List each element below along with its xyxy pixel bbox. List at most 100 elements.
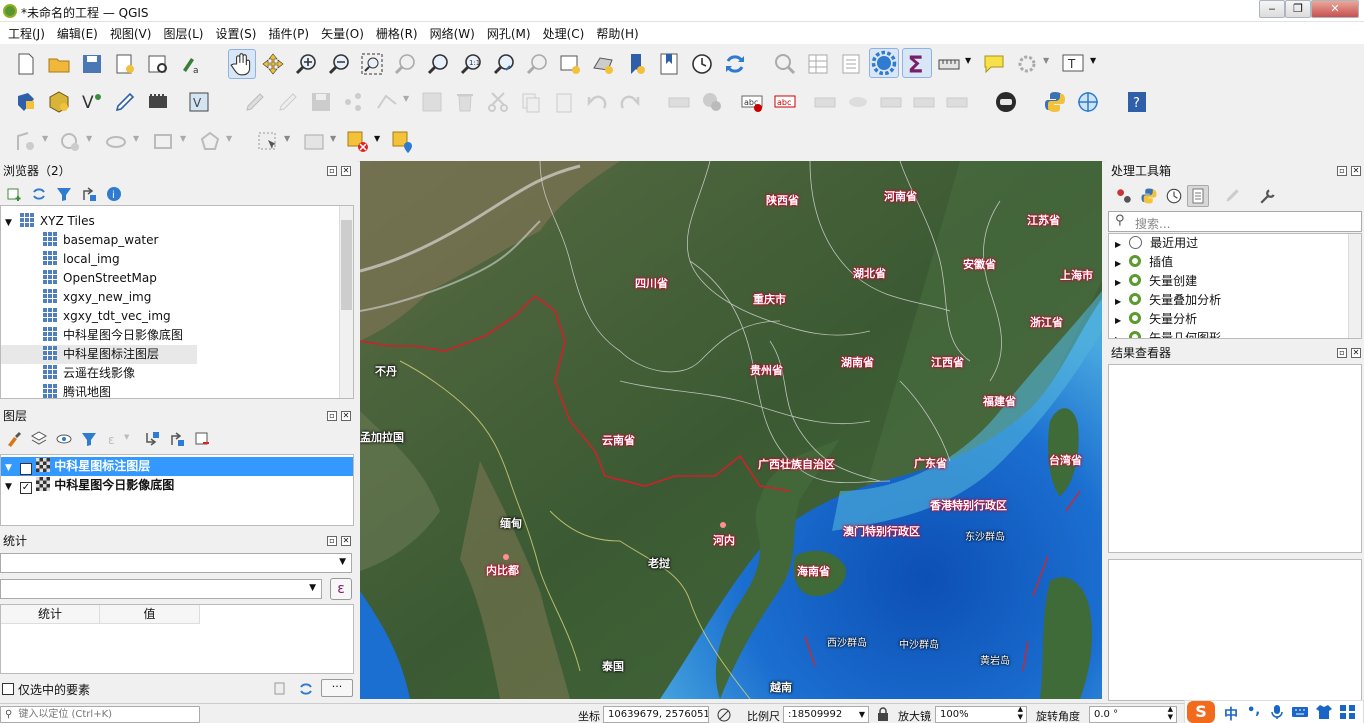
menu-raster[interactable]: 栅格(R) bbox=[368, 22, 422, 42]
expand-arrow-icon[interactable]: ▶ bbox=[1115, 278, 1121, 287]
menu-layer[interactable]: 图层(L) bbox=[155, 22, 207, 42]
browser-float-button[interactable]: ▫ bbox=[327, 166, 337, 176]
add-layer-icon[interactable] bbox=[6, 186, 22, 202]
skin-shirt-icon[interactable] bbox=[1315, 704, 1333, 720]
help-icon[interactable]: ? bbox=[1125, 90, 1149, 114]
zoom-in-icon[interactable] bbox=[294, 52, 318, 76]
processing-toolbox-icon[interactable] bbox=[869, 48, 899, 78]
new-3d-map-view-icon[interactable] bbox=[591, 52, 615, 76]
new-map-view-icon[interactable] bbox=[558, 52, 582, 76]
diagram-icon[interactable] bbox=[700, 90, 724, 114]
ime-chinese-mode[interactable]: 中 bbox=[1224, 704, 1238, 723]
processing-scrollbar[interactable] bbox=[1348, 234, 1361, 338]
zoom-out-icon[interactable] bbox=[327, 52, 351, 76]
browser-refresh-icon[interactable] bbox=[31, 186, 47, 202]
add-ring-icon[interactable] bbox=[14, 130, 38, 154]
column-header-value[interactable]: 值 bbox=[100, 605, 200, 624]
coordinate-field[interactable]: 10639679, 2576051 bbox=[603, 706, 709, 723]
browser-item[interactable]: basemap_water bbox=[43, 231, 158, 250]
edit-features-in-place-icon[interactable] bbox=[1223, 187, 1241, 205]
copy-stats-icon[interactable] bbox=[272, 681, 288, 697]
vertex-tool-icon[interactable] bbox=[375, 90, 399, 114]
layout-manager-icon[interactable] bbox=[146, 52, 170, 76]
browser-item[interactable]: local_img bbox=[43, 250, 120, 269]
menu-edit[interactable]: 编辑(E) bbox=[49, 22, 102, 42]
label-toolbar-icon[interactable] bbox=[667, 90, 691, 114]
layer-visibility-checkbox[interactable]: ✓ bbox=[19, 482, 32, 494]
new-shapefile-layer-icon[interactable]: V bbox=[80, 90, 104, 114]
show-bookmarks-icon[interactable] bbox=[657, 52, 681, 76]
zoom-native-icon[interactable]: 1:1 bbox=[459, 52, 483, 76]
open-attribute-table-icon[interactable] bbox=[806, 52, 830, 76]
zoom-to-layer-icon[interactable] bbox=[426, 52, 450, 76]
expression-button[interactable]: ε bbox=[330, 578, 352, 600]
style-manager-icon[interactable]: a bbox=[179, 52, 203, 76]
refresh-icon[interactable] bbox=[723, 52, 747, 76]
copy-features-icon[interactable] bbox=[519, 90, 543, 114]
temporal-controller-icon[interactable] bbox=[690, 52, 714, 76]
select-by-location-icon[interactable] bbox=[391, 130, 415, 154]
save-project-icon[interactable] bbox=[80, 52, 104, 76]
text-annotation-dropdown-icon[interactable]: ▼ bbox=[1090, 56, 1096, 65]
pan-to-selection-icon[interactable] bbox=[261, 52, 285, 76]
ime-punctuation[interactable]: •, bbox=[1247, 703, 1260, 718]
expand-arrow-icon[interactable]: ▶ bbox=[1115, 259, 1121, 268]
zoom-full-icon[interactable] bbox=[360, 52, 384, 76]
browser-item[interactable]: 中科星图今日影像底图 bbox=[43, 326, 183, 345]
modify-attributes-icon[interactable] bbox=[420, 90, 444, 114]
zoom-last-icon[interactable] bbox=[492, 52, 516, 76]
layer-row[interactable]: ▼ ✓ 中科星图今日影像底图 bbox=[1, 476, 174, 495]
open-project-icon[interactable] bbox=[47, 52, 71, 76]
toolbox-grid-icon[interactable] bbox=[1339, 704, 1357, 720]
measure-icon[interactable] bbox=[937, 52, 961, 76]
add-circle-icon[interactable] bbox=[58, 130, 82, 154]
menu-project[interactable]: 工程(J) bbox=[0, 22, 49, 42]
new-print-layout-icon[interactable] bbox=[113, 52, 137, 76]
expand-arrow-icon[interactable]: ▶ bbox=[1115, 316, 1121, 325]
selected-only-option[interactable]: 仅选中的要素 bbox=[2, 681, 90, 698]
pan-map-icon[interactable] bbox=[228, 49, 256, 79]
menu-settings[interactable]: 设置(S) bbox=[208, 22, 261, 42]
manage-visibility-icon[interactable] bbox=[56, 431, 72, 447]
layer-select-combo[interactable]: ▼ bbox=[0, 553, 352, 573]
quickmapservices-icon[interactable] bbox=[1076, 90, 1100, 114]
statistics-close-button[interactable]: ✕ bbox=[341, 536, 351, 546]
menu-vector[interactable]: 矢量(O) bbox=[313, 22, 368, 42]
close-button[interactable]: ✕ bbox=[1311, 0, 1359, 18]
magnifier-spin-icon[interactable]: ▲ ▼ bbox=[1018, 707, 1023, 721]
remove-layer-icon[interactable] bbox=[194, 431, 210, 447]
new-geopackage-layer-icon[interactable] bbox=[47, 90, 71, 114]
rotate-label-icon[interactable] bbox=[912, 90, 936, 114]
extents-toggle-icon[interactable] bbox=[716, 707, 732, 723]
field-calculator-icon[interactable] bbox=[839, 52, 863, 76]
filter-legend-icon[interactable] bbox=[81, 431, 97, 447]
data-source-manager-icon[interactable] bbox=[14, 90, 38, 114]
menu-help[interactable]: 帮助(H) bbox=[588, 22, 642, 42]
processing-item-vector-creation[interactable]: ▶ 矢量创建 bbox=[1115, 272, 1197, 291]
zoom-to-selection-icon[interactable] bbox=[393, 52, 417, 76]
layers-close-button[interactable]: ✕ bbox=[341, 411, 351, 421]
statistics-float-button[interactable]: ▫ bbox=[327, 536, 337, 546]
new-virtual-layer-icon[interactable] bbox=[146, 90, 170, 114]
add-ellipse-dropdown-icon[interactable]: ▼ bbox=[133, 134, 139, 143]
minimize-button[interactable]: ‒ bbox=[1259, 0, 1285, 18]
scale-field[interactable]: :18509992 ▼ bbox=[783, 706, 869, 723]
browser-item[interactable]: 云遥在线影像 bbox=[43, 364, 135, 383]
maximize-button[interactable]: ❐ bbox=[1285, 0, 1311, 18]
move-label-icon[interactable] bbox=[879, 90, 903, 114]
models-icon[interactable] bbox=[1115, 187, 1133, 205]
results-float-button[interactable]: ▫ bbox=[1337, 348, 1347, 358]
show-hide-labels-icon[interactable] bbox=[846, 90, 870, 114]
locator-input[interactable]: ⚲ 键入以定位 (Ctrl+K) bbox=[0, 706, 200, 723]
select-features-icon[interactable] bbox=[256, 130, 280, 154]
new-bookmark-icon[interactable] bbox=[624, 52, 648, 76]
more-options-button[interactable]: ··· bbox=[321, 679, 353, 697]
combo-dropdown-icon[interactable]: ▼ bbox=[339, 557, 346, 567]
menu-processing[interactable]: 处理(C) bbox=[535, 22, 589, 42]
history-icon[interactable] bbox=[1165, 187, 1183, 205]
expand-arrow-icon[interactable]: ▼ bbox=[5, 482, 12, 492]
results-toggle[interactable] bbox=[1187, 185, 1209, 207]
options-wrench-icon[interactable] bbox=[1259, 187, 1277, 205]
browser-item[interactable]: xgxy_tdt_vec_img bbox=[43, 307, 171, 326]
statistical-summary-icon[interactable]: Σ bbox=[902, 48, 932, 78]
